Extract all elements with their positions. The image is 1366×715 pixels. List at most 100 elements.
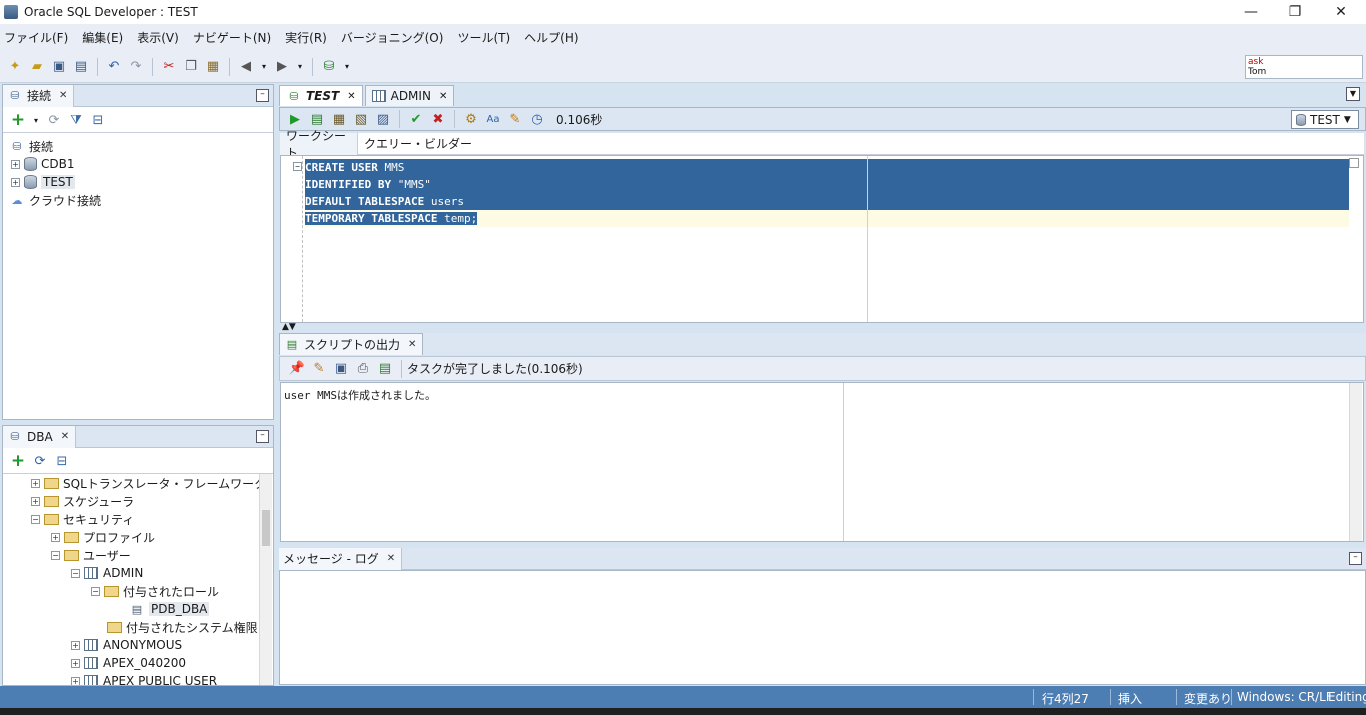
save-icon[interactable]: ▣ xyxy=(50,58,68,76)
add-icon[interactable]: + xyxy=(9,451,27,471)
tree-item[interactable]: − ADMIN xyxy=(71,564,143,582)
tab-worksheet[interactable]: ワークシート xyxy=(280,129,358,160)
close-icon[interactable]: ✕ xyxy=(61,431,69,442)
tree-item[interactable]: − ユーザー xyxy=(51,546,131,564)
tree-item[interactable]: + プロファイル xyxy=(51,528,155,546)
run-statement-icon[interactable]: ▶ xyxy=(286,110,304,128)
scrollbar-thumb[interactable] xyxy=(262,510,270,546)
menu-view[interactable]: 表示(V) xyxy=(137,29,179,46)
tab-admin[interactable]: ADMIN ✕ xyxy=(364,85,455,106)
buffer-icon[interactable]: ▤ xyxy=(376,360,394,378)
close-icon[interactable]: ✕ xyxy=(439,91,447,102)
history-icon[interactable]: ◷ xyxy=(528,110,546,128)
open-icon[interactable]: ▰ xyxy=(28,58,46,76)
redo-icon[interactable]: ↷ xyxy=(127,58,145,76)
output-scrollbar[interactable] xyxy=(1349,383,1362,541)
autotrace-icon[interactable]: ▦ xyxy=(330,110,348,128)
tree-root-connections[interactable]: ⛁ 接続 xyxy=(9,137,53,155)
paste-icon[interactable]: ▦ xyxy=(204,58,222,76)
menu-file[interactable]: ファイル(F) xyxy=(4,29,68,46)
expand-icon[interactable]: + xyxy=(31,478,40,488)
minimize-panel-button[interactable]: – xyxy=(1349,552,1362,565)
fold-icon[interactable]: − xyxy=(293,162,302,171)
clear-output-icon[interactable]: ✎ xyxy=(310,360,328,378)
expand-icon[interactable]: + xyxy=(71,640,80,650)
undo-icon[interactable]: ↶ xyxy=(105,58,123,76)
expand-icon[interactable]: + xyxy=(71,676,80,685)
collapse-all-icon[interactable]: ⊟ xyxy=(89,111,107,129)
tree-item[interactable]: ▤ PDB_DBA xyxy=(129,600,210,618)
code-line[interactable]: DEFAULT TABLESPACE users xyxy=(305,193,1349,210)
code-line[interactable]: CREATE USER MMS xyxy=(305,159,1349,176)
unshared-sql-icon[interactable]: ⚙ xyxy=(462,110,480,128)
tab-query-builder[interactable]: クエリー・ビルダー xyxy=(358,133,478,155)
tab-message-log[interactable]: メッセージ - ログ ✕ xyxy=(279,547,403,570)
clear-icon[interactable]: ✎ xyxy=(506,110,524,128)
ask-tom-search[interactable]: ask Tom xyxy=(1245,55,1363,79)
collapse-all-icon[interactable]: ⊟ xyxy=(53,452,71,470)
expand-icon[interactable]: + xyxy=(31,496,40,506)
expand-icon[interactable]: + xyxy=(71,658,80,668)
refresh-icon[interactable]: ⟳ xyxy=(31,452,49,470)
minimize-button[interactable]: — xyxy=(1228,0,1274,24)
close-icon[interactable]: ✕ xyxy=(347,91,355,102)
tab-test-worksheet[interactable]: ⛁ TEST ✕ xyxy=(279,85,363,106)
back-dropdown-icon[interactable]: ▾ xyxy=(259,58,269,76)
add-dropdown-icon[interactable]: ▾ xyxy=(31,111,41,129)
tab-script-output[interactable]: ▤ スクリプトの出力 ✕ xyxy=(279,333,424,355)
save-all-icon[interactable]: ▤ xyxy=(72,58,90,76)
menu-tools[interactable]: ツール(T) xyxy=(457,29,510,46)
code-line[interactable]: TEMPORARY TABLESPACE temp; xyxy=(305,210,1349,227)
expand-icon[interactable]: + xyxy=(11,177,20,187)
rollback-icon[interactable]: ✖ xyxy=(429,110,447,128)
expand-icon[interactable]: + xyxy=(51,532,60,542)
filter-icon[interactable]: ⧩ xyxy=(67,111,85,129)
tree-item[interactable]: + スケジューラ xyxy=(31,492,134,510)
collapse-icon[interactable]: − xyxy=(91,586,100,596)
to-upper-lower-icon[interactable]: Aa xyxy=(484,110,502,128)
copy-icon[interactable]: ❐ xyxy=(182,58,200,76)
sql-connection-dropdown-icon[interactable]: ▾ xyxy=(342,58,352,76)
tree-item[interactable]: + APEX PUBLIC USER xyxy=(71,672,217,685)
sql-connection-icon[interactable]: ⛁ xyxy=(320,58,338,76)
tree-item[interactable]: + APEX_040200 xyxy=(71,654,186,672)
tab-list-dropdown-icon[interactable]: ▼ xyxy=(1346,87,1360,101)
tree-item[interactable]: − セキュリティ xyxy=(31,510,134,528)
run-script-icon[interactable]: ▤ xyxy=(308,110,326,128)
refresh-icon[interactable]: ⟳ xyxy=(45,111,63,129)
minimize-panel-button[interactable]: – xyxy=(256,430,269,443)
minimize-panel-button[interactable]: – xyxy=(256,89,269,102)
sql-tuning-icon[interactable]: ▨ xyxy=(374,110,392,128)
menu-help[interactable]: ヘルプ(H) xyxy=(524,29,578,46)
new-icon[interactable]: ✦ xyxy=(6,58,24,76)
menu-versioning[interactable]: バージョニング(O) xyxy=(341,29,444,46)
collapse-icon[interactable]: − xyxy=(51,550,60,560)
commit-icon[interactable]: ✔ xyxy=(407,110,425,128)
dba-scrollbar[interactable] xyxy=(259,474,272,685)
menu-edit[interactable]: 編集(E) xyxy=(82,29,123,46)
code-line[interactable]: IDENTIFIED BY "MMS" xyxy=(305,176,1349,193)
close-window-button[interactable]: ✕ xyxy=(1318,0,1364,24)
explain-plan-icon[interactable]: ▧ xyxy=(352,110,370,128)
tab-connections[interactable]: ⛁ 接続 ✕ xyxy=(3,84,75,107)
splitter-arrows-icon[interactable]: ▲▼ xyxy=(282,323,296,332)
print-icon[interactable]: ⎙ xyxy=(354,360,372,378)
restore-button[interactable]: ❐ xyxy=(1272,0,1318,24)
tree-item[interactable]: − 付与されたロール xyxy=(91,582,219,600)
pin-icon[interactable]: 📌 xyxy=(288,360,306,378)
tab-dba[interactable]: ⛁ DBA ✕ xyxy=(3,425,77,448)
close-icon[interactable]: ✕ xyxy=(387,553,395,564)
connection-test[interactable]: + TEST xyxy=(11,173,75,191)
cloud-connections[interactable]: ☁ クラウド接続 xyxy=(9,191,102,209)
menu-navigate[interactable]: ナビゲート(N) xyxy=(193,29,271,46)
back-icon[interactable]: ◀ xyxy=(237,58,255,76)
tree-item[interactable]: + ANONYMOUS xyxy=(71,636,182,654)
tree-item[interactable]: 付与されたシステム権限 xyxy=(107,618,258,636)
connection-select[interactable]: TEST ▼ xyxy=(1291,110,1359,129)
script-output-area[interactable]: user MMSは作成されました。 xyxy=(280,382,1364,542)
collapse-icon[interactable]: − xyxy=(71,568,80,578)
tree-item[interactable]: + SQLトランスレータ・フレームワーク xyxy=(31,474,259,492)
menu-run[interactable]: 実行(R) xyxy=(285,29,327,46)
connection-cdb1[interactable]: + CDB1 xyxy=(11,155,75,173)
save-icon[interactable]: ▣ xyxy=(332,360,350,378)
